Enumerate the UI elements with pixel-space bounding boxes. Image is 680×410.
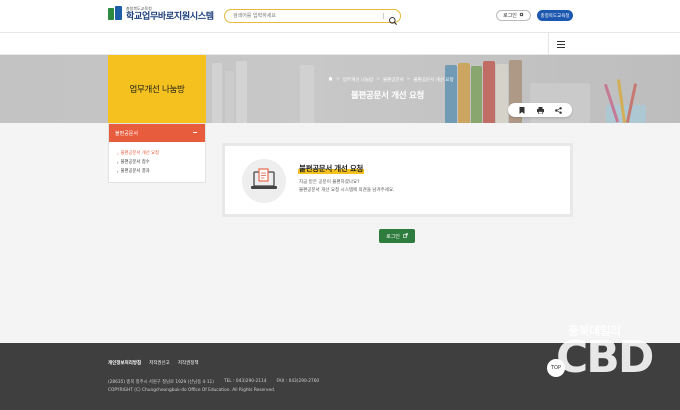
breadcrumb-item[interactable]: 불편공문서: [383, 77, 404, 83]
side-menu-item-label: 불편공문서 개선 요청: [120, 151, 159, 156]
header: 충청북도교육청 학교업무바로지원시스템 로그인 충청북도교육청: [0, 0, 680, 33]
breadcrumb-item[interactable]: 업무개선 나눔방: [343, 77, 373, 83]
card-title: 불편공문서 개선 요청: [298, 163, 365, 174]
search-icon[interactable]: [388, 11, 398, 25]
external-link-icon: [403, 232, 408, 240]
document-computer-icon: [242, 159, 286, 203]
breadcrumb-item[interactable]: 불편공문서 개선 요청: [413, 77, 453, 83]
footer-address: (28635) 충북 청주시 서원구 청남로 1929 (산남동 4-11) T…: [108, 379, 319, 385]
bullet-icon: ›: [117, 159, 119, 165]
login-label: 로그인: [503, 13, 517, 19]
office-link-button[interactable]: 충청북도교육청: [537, 10, 573, 21]
breadcrumb-separator: >: [406, 77, 411, 82]
collapse-icon[interactable]: [193, 132, 197, 133]
print-icon[interactable]: [536, 106, 544, 114]
breadcrumb: > 업무개선 나눔방 > 불편공문서 > 불편공문서 개선 요청: [328, 76, 454, 83]
footer-links: 개인정보처리방침 저작권신고 저작권정책: [108, 360, 199, 366]
footer-fax: FAX : 043)290-2760: [276, 379, 320, 384]
breadcrumb-separator: >: [336, 77, 340, 82]
site-logo[interactable]: 충청북도교육청 학교업무바로지원시스템: [108, 6, 214, 22]
footer-link-copyright-policy[interactable]: 저작권정책: [178, 360, 199, 366]
side-menu-item-label: 불편공문서 결과: [120, 169, 150, 174]
page-tools: [508, 103, 572, 117]
bullet-icon: ›: [117, 150, 119, 156]
side-menu-list: › 불편공문서 개선 요청 › 불편공문서 접수 › 불편공문서 결과: [109, 142, 205, 175]
side-menu-item-label: 불편공문서 접수: [120, 160, 150, 165]
menu-icon[interactable]: [557, 41, 565, 48]
page-title: 불편공문서 개선 요청: [351, 91, 424, 101]
watermark-big: CBD: [556, 332, 654, 383]
page-banner: [0, 55, 680, 123]
home-icon[interactable]: [328, 76, 333, 83]
login-button-top[interactable]: 로그인: [496, 10, 531, 21]
bookmark-icon[interactable]: [519, 106, 526, 114]
logo-subtitle: 충청북도교육청: [126, 5, 152, 11]
footer-link-copyright-report[interactable]: 저작권신고: [149, 360, 170, 366]
login-button-label: 로그인: [386, 233, 400, 240]
card-description-line: 지금 받은 공문이 불편하셨나요?: [299, 180, 360, 185]
side-menu-heading-label: 불편공문서: [115, 130, 139, 137]
banner-overlay: [0, 55, 680, 123]
search-input[interactable]: [233, 11, 373, 21]
breadcrumb-separator: >: [376, 77, 380, 82]
footer-link-privacy[interactable]: 개인정보처리방침: [108, 360, 141, 366]
footer-address-text: (28635) 충북 청주시 서원구 청남로 1929 (산남동 4-11): [108, 380, 214, 385]
section-title-box: 업무개선 나눔방: [108, 55, 206, 123]
side-menu: 불편공문서 › 불편공문서 개선 요청 › 불편공문서 접수 › 불편공문서 결…: [108, 123, 206, 183]
login-button[interactable]: 로그인: [379, 229, 415, 243]
side-menu-item-request[interactable]: › 불편공문서 개선 요청: [117, 150, 205, 157]
share-icon[interactable]: [554, 106, 562, 114]
footer-tel: TEL : 043)290-2114: [223, 379, 267, 384]
search-divider: [383, 13, 384, 19]
side-menu-item-receipt[interactable]: › 불편공문서 접수: [117, 159, 205, 166]
search-box: [224, 9, 401, 25]
section-title: 업무개선 나눔방: [129, 85, 185, 95]
side-menu-heading[interactable]: 불편공문서: [109, 124, 205, 142]
info-card: 불편공문서 개선 요청 지금 받은 공문이 불편하셨나요? 불편공문서 개선 요…: [222, 143, 573, 217]
bullet-icon: ›: [117, 168, 119, 174]
side-menu-item-result[interactable]: › 불편공문서 결과: [117, 168, 205, 175]
logo-title: 학교업무바로지원시스템: [126, 11, 214, 22]
card-description: 지금 받은 공문이 불편하셨나요? 불편공문서 개선 요청 시스템에 의견을 남…: [299, 179, 395, 195]
watermark: 충북데일리 CBD: [556, 322, 656, 392]
gear-icon: [519, 12, 524, 19]
logo-icon: [108, 6, 122, 22]
footer-copyright: COPYRIGHT (C) Chungcheongbuk-do Office O…: [108, 388, 276, 393]
nav-divider: [548, 33, 549, 55]
card-description-line: 불편공문서 개선 요청 시스템에 의견을 남겨주세요.: [299, 188, 395, 193]
navigation-bar: [0, 33, 680, 55]
